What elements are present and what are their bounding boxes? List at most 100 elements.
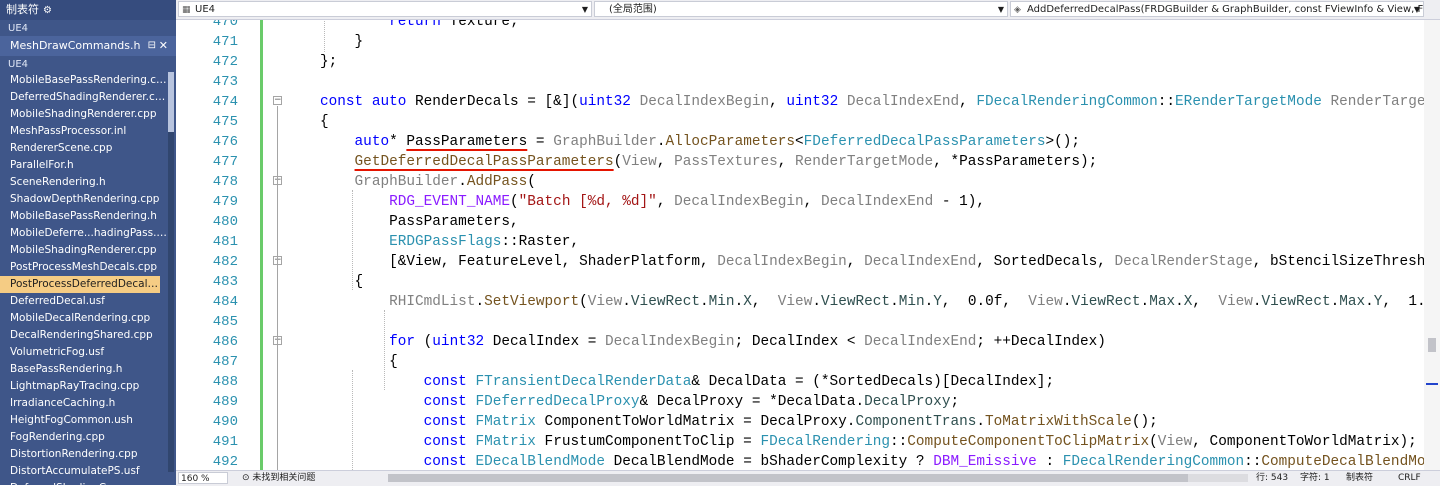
member-dropdown[interactable]: ◈ AddDeferredDecalPass(FRDGBuilder & Gra… [1010, 1, 1424, 17]
code-token: ( [579, 294, 588, 310]
sidebar-file-item[interactable]: MobileShadingRenderer.cpp [0, 106, 168, 123]
code-token [320, 154, 355, 170]
sidebar-file-item[interactable]: MeshPassProcessor.inl [0, 123, 168, 140]
sidebar-file-item[interactable]: MobileBasePassRendering.cpp [0, 72, 168, 89]
code-token: ERDGPassFlags [389, 234, 501, 250]
code-token: . [812, 294, 821, 310]
code-token: PassParameters [406, 134, 527, 150]
column-indicator[interactable]: 字符: 1 [1300, 471, 1330, 485]
code-token [320, 434, 424, 450]
sidebar-file-item[interactable]: MobileDeferre...hadingPass.cpp [0, 225, 168, 242]
chevron-down-icon: ▼ [582, 2, 588, 17]
code-token: :: [890, 434, 907, 450]
code-token: . [976, 414, 985, 430]
code-token: RenderTargetMode [795, 154, 933, 170]
code-token: "Batch [%d, %d]" [519, 194, 657, 210]
line-ending-indicator[interactable]: CRLF [1398, 471, 1421, 485]
scope-dropdown[interactable]: (全局范围) ▼ [594, 1, 1008, 17]
code-token [320, 414, 424, 430]
sidebar-scroll-thumb[interactable] [168, 72, 174, 132]
line-number: 478 [176, 172, 238, 192]
indent-mode-indicator[interactable]: 制表符 [1346, 471, 1373, 485]
sidebar-file-item[interactable]: BasePassRendering.h [0, 361, 168, 378]
horizontal-scroll-thumb[interactable] [388, 474, 1188, 482]
code-token: , 0.0f, [942, 294, 1028, 310]
vertical-scrollbar[interactable] [1424, 20, 1440, 470]
sidebar-file-item[interactable]: MobileDecalRendering.cpp [0, 310, 168, 327]
sidebar-file-item[interactable]: LightmapRayTracing.cpp [0, 378, 168, 395]
collapse-icon[interactable]: − [273, 96, 282, 105]
code-token: const [424, 414, 467, 430]
zoom-value: 160 % [181, 474, 210, 484]
code-token: (); [1132, 414, 1158, 430]
pin-icon[interactable]: ⊟ [148, 36, 156, 56]
sidebar-file-item[interactable]: DistortionRendering.cpp [0, 446, 168, 463]
code-token: , [657, 154, 674, 170]
code-token: ; DecalIndex < [735, 334, 865, 350]
code-token: RenderDecals = [&]( [406, 94, 579, 110]
sidebar-file-item[interactable]: DistortAccumulatePS.usf [0, 463, 168, 480]
code-token: const [320, 94, 363, 110]
issues-indicator[interactable]: ⊙ 未找到相关问题 [242, 471, 315, 485]
code-text: PassParameters, [320, 212, 519, 232]
sidebar-file-item[interactable]: IrradianceCaching.h [0, 395, 168, 412]
code-token: DecalIndexEnd [847, 94, 959, 110]
sidebar-file-item[interactable]: SceneRendering.h [0, 174, 168, 191]
code-token: Y [933, 294, 942, 310]
sidebar-file-item[interactable]: VolumetricFog.usf [0, 344, 168, 361]
open-file-tab[interactable]: MeshDrawCommands.h ⊟ ✕ [0, 36, 176, 56]
code-token: ViewRect [1262, 294, 1331, 310]
close-icon[interactable]: ✕ [159, 36, 168, 56]
sidebar-file-item[interactable]: RendererScene.cpp [0, 140, 168, 157]
sidebar-file-item[interactable]: HeightFogCommon.ush [0, 412, 168, 429]
zoom-select[interactable]: 160 % [178, 472, 228, 484]
sidebar-scrollbar[interactable] [168, 72, 174, 472]
code-token: , [847, 254, 864, 270]
sidebar-file-item[interactable]: PostProcessMeshDecals.cpp [0, 259, 168, 276]
code-token: X [743, 294, 752, 310]
fold-line [277, 106, 278, 186]
code-token: :: [1244, 454, 1261, 470]
code-token: , [752, 294, 778, 310]
code-token: DecalIndexBegin [640, 94, 770, 110]
code-token: GraphBuilder [355, 174, 459, 190]
gear-icon[interactable]: ⚙ [43, 5, 52, 16]
code-line: 485 [176, 312, 1426, 332]
sidebar-file-item[interactable]: FogRendering.cpp [0, 429, 168, 446]
code-token: DecalIndexBegin [674, 194, 804, 210]
code-token: Max [1149, 294, 1175, 310]
sidebar-file-item[interactable]: DeferredShadingRenderer.cpp [0, 89, 168, 106]
code-token [320, 394, 424, 410]
sidebar-file-item[interactable]: ShadowDepthRendering.cpp [0, 191, 168, 208]
project-dropdown[interactable]: ▦ UE4 ▼ [178, 1, 592, 17]
sidebar-file-item[interactable]: MobileBasePassRendering.h [0, 208, 168, 225]
code-editor[interactable]: 470 return Texture;471 }472};473474−cons… [176, 20, 1440, 470]
code-line: 470 return Texture; [176, 20, 1426, 32]
code-token: FDeferredDecalPassParameters [804, 134, 1046, 150]
sidebar-file-item[interactable]: DeferredDecal.usf [0, 293, 168, 310]
sidebar-file-item[interactable]: DeferredShadingCommon.ush [0, 480, 168, 485]
code-token: FMatrix [475, 414, 535, 430]
code-token: . [1331, 294, 1340, 310]
sidebar-title: 制表符 [6, 3, 39, 16]
code-token: . [925, 294, 934, 310]
code-line: 473 [176, 72, 1426, 92]
code-token: SetViewport [484, 294, 579, 310]
code-token: . [458, 174, 467, 190]
line-number: 480 [176, 212, 238, 232]
line-number: 474 [176, 92, 238, 112]
sidebar-file-item[interactable]: DecalRenderingShared.cpp [0, 327, 168, 344]
vertical-scroll-thumb[interactable] [1428, 338, 1436, 352]
chevron-down-icon: ▼ [998, 2, 1004, 17]
code-token: AddPass [467, 174, 527, 190]
sidebar-file-item[interactable]: PostProcessDeferredDecals.cpp [0, 276, 160, 293]
code-token: DBM_Emissive [933, 454, 1037, 470]
sidebar-file-item[interactable]: ParallelFor.h [0, 157, 168, 174]
code-token: , [769, 94, 786, 110]
line-indicator[interactable]: 行: 543 [1256, 471, 1288, 485]
code-token: ( [527, 174, 536, 190]
code-line: 477 GetDeferredDecalPassParameters(View,… [176, 152, 1426, 172]
sidebar-file-item[interactable]: MobileShadingRenderer.cpp [0, 242, 168, 259]
code-token: , [804, 194, 821, 210]
horizontal-scrollbar[interactable] [388, 474, 1248, 482]
